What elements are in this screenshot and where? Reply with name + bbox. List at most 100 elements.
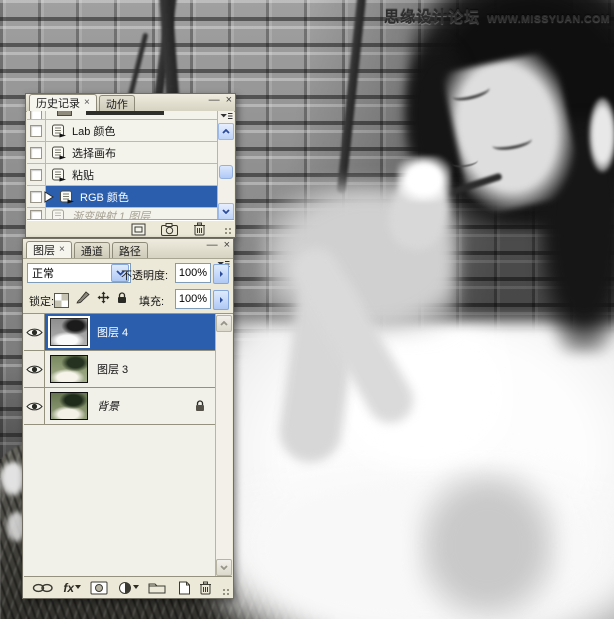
scroll-up-button[interactable] bbox=[218, 123, 234, 140]
history-state-icon bbox=[51, 146, 67, 160]
layer-row-body[interactable]: 图层 3 bbox=[45, 351, 215, 387]
fill-input[interactable]: 100% bbox=[175, 289, 211, 309]
tab-paths[interactable]: 路径 bbox=[112, 242, 148, 258]
scrollbar-thumb[interactable] bbox=[219, 165, 233, 179]
opacity-input[interactable]: 100% bbox=[175, 263, 211, 283]
opacity-slider-arrow-icon[interactable] bbox=[213, 264, 229, 284]
layers-footer: fx bbox=[24, 576, 232, 598]
lock-all-icon[interactable] bbox=[117, 291, 127, 309]
visibility-toggle[interactable] bbox=[24, 388, 45, 424]
visibility-toggle[interactable] bbox=[24, 351, 45, 387]
current-state-pointer-icon[interactable] bbox=[44, 191, 54, 203]
history-item-label: 选择画布 bbox=[72, 145, 116, 161]
layer-row-selected[interactable]: 图层 4 bbox=[24, 314, 215, 351]
layer-row-body[interactable]: 背景 bbox=[45, 388, 215, 424]
history-brush-well[interactable] bbox=[27, 120, 46, 141]
new-layer-icon[interactable] bbox=[176, 581, 190, 595]
history-state-icon bbox=[57, 111, 72, 116]
panel-menu-icon[interactable] bbox=[219, 111, 234, 122]
add-layer-mask-icon[interactable] bbox=[90, 581, 108, 595]
scroll-down-button[interactable] bbox=[218, 203, 234, 220]
blend-mode-value: 正常 bbox=[32, 265, 54, 281]
history-item-clipped[interactable] bbox=[27, 111, 217, 120]
layers-scrollbar[interactable] bbox=[215, 314, 232, 577]
opacity-label: 不透明度: bbox=[121, 267, 168, 283]
layer-list: 图层 4 图层 3 bbox=[24, 314, 215, 577]
layer-row-background[interactable]: 背景 bbox=[24, 388, 215, 425]
trash-icon[interactable] bbox=[193, 222, 206, 236]
layer-row[interactable]: 图层 3 bbox=[24, 351, 215, 388]
tab-close-icon[interactable]: × bbox=[84, 98, 90, 108]
scroll-down-button[interactable] bbox=[216, 559, 232, 576]
blend-mode-select[interactable]: 正常 bbox=[27, 263, 131, 283]
layer-name[interactable]: 背景 bbox=[97, 398, 119, 414]
history-item[interactable]: 选择画布 bbox=[27, 142, 217, 164]
lock-label: 锁定: bbox=[29, 293, 54, 309]
history-state-icon bbox=[51, 124, 67, 138]
screenshot-root: 思缘设计论坛 WWW.MISSYUAN.COM 历史记录 × 动作 — × bbox=[0, 0, 614, 619]
trash-icon[interactable] bbox=[199, 581, 212, 595]
history-brush-well[interactable] bbox=[27, 142, 46, 163]
history-panel-titlebar[interactable]: 历史记录 × 动作 — × bbox=[26, 94, 235, 112]
history-brush-checkbox[interactable] bbox=[30, 147, 42, 159]
new-snapshot-icon[interactable] bbox=[161, 223, 178, 236]
resize-grip[interactable] bbox=[224, 227, 233, 236]
scroll-up-button[interactable] bbox=[216, 315, 232, 332]
chevron-down-icon bbox=[75, 585, 81, 589]
history-item-selected[interactable]: RGB 颜色 bbox=[27, 186, 217, 208]
layer-thumbnail[interactable] bbox=[50, 355, 88, 383]
history-item-body[interactable]: 选择画布 bbox=[46, 142, 217, 163]
history-item-body[interactable]: Lab 颜色 bbox=[46, 120, 217, 141]
tab-layers[interactable]: 图层 × bbox=[26, 241, 72, 258]
history-brush-well[interactable] bbox=[27, 111, 46, 119]
resize-grip[interactable] bbox=[222, 588, 231, 597]
chevron-down-icon bbox=[133, 585, 139, 589]
layer-style-icon[interactable]: fx bbox=[63, 583, 81, 593]
layer-row-body[interactable]: 图层 4 bbox=[45, 314, 215, 350]
close-button[interactable]: × bbox=[226, 95, 232, 106]
layer-name[interactable]: 图层 4 bbox=[97, 324, 128, 340]
history-item[interactable]: Lab 颜色 bbox=[27, 120, 217, 142]
history-state-icon bbox=[51, 168, 67, 182]
history-panel: 历史记录 × 动作 — × bbox=[25, 93, 236, 238]
layer-thumbnail[interactable] bbox=[50, 318, 88, 346]
lock-pixels-icon[interactable] bbox=[76, 291, 90, 309]
tab-channels[interactable]: 通道 bbox=[74, 242, 110, 258]
lock-position-icon[interactable] bbox=[97, 291, 110, 309]
link-layers-icon[interactable] bbox=[32, 583, 54, 593]
history-brush-checkbox[interactable] bbox=[30, 191, 42, 203]
layers-panel-titlebar[interactable]: 图层 × 通道 路径 — × bbox=[23, 239, 233, 259]
history-item-body[interactable] bbox=[46, 111, 217, 119]
layer-name[interactable]: 图层 3 bbox=[97, 361, 128, 377]
hair-flower bbox=[589, 98, 614, 172]
watermark-site-url: WWW.MISSYUAN.COM bbox=[487, 13, 610, 25]
eye-icon bbox=[26, 364, 43, 375]
history-brush-well[interactable] bbox=[27, 164, 46, 185]
tab-actions[interactable]: 动作 bbox=[99, 95, 135, 111]
close-button[interactable]: × bbox=[224, 240, 230, 251]
history-item-label: RGB 颜色 bbox=[80, 189, 129, 205]
new-document-from-state-icon[interactable] bbox=[131, 223, 146, 236]
history-item[interactable]: 粘贴 bbox=[27, 164, 217, 186]
new-group-icon[interactable] bbox=[148, 581, 166, 594]
minimize-button[interactable]: — bbox=[209, 95, 220, 106]
history-item-body[interactable]: 粘贴 bbox=[46, 164, 217, 185]
visibility-toggle[interactable] bbox=[24, 314, 45, 350]
fill-slider-arrow-icon[interactable] bbox=[213, 290, 229, 310]
tab-history[interactable]: 历史记录 × bbox=[29, 94, 97, 111]
history-brush-checkbox[interactable] bbox=[30, 125, 42, 137]
tab-close-icon[interactable]: × bbox=[59, 245, 65, 255]
hand-flower bbox=[397, 156, 451, 202]
lock-transparency-icon[interactable] bbox=[54, 293, 69, 308]
history-brush-checkbox[interactable] bbox=[30, 169, 42, 181]
watermark-forum-name: 思缘设计论坛 bbox=[384, 6, 480, 27]
history-brush-checkbox[interactable] bbox=[30, 111, 42, 120]
new-adjustment-layer-icon[interactable] bbox=[118, 581, 139, 595]
history-scrollbar[interactable] bbox=[217, 111, 234, 221]
layer-thumbnail[interactable] bbox=[50, 392, 88, 420]
minimize-button[interactable]: — bbox=[207, 240, 218, 251]
knee bbox=[415, 468, 560, 619]
fx-glyph: fx bbox=[63, 583, 74, 593]
tab-channels-label: 通道 bbox=[81, 243, 103, 259]
history-item-body[interactable]: RGB 颜色 bbox=[46, 186, 217, 207]
